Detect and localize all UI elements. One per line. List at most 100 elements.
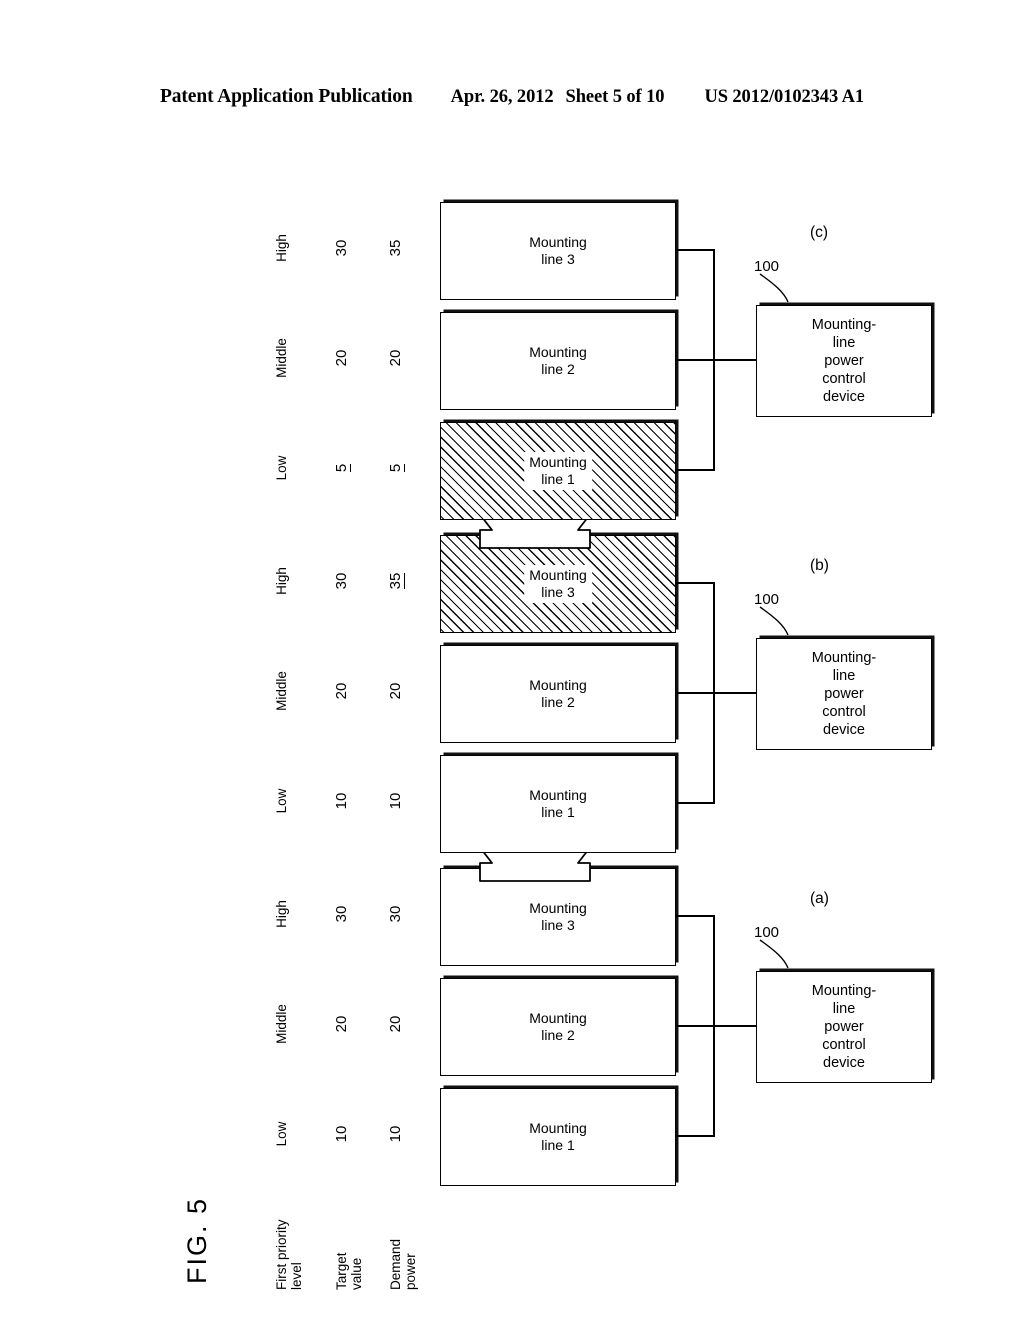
demand-power-text: 30 (387, 905, 404, 923)
connector-stub (676, 582, 714, 584)
target-value: 20 (333, 639, 350, 743)
demand-power-text: 20 (387, 349, 404, 367)
reference-numeral-100: 100 (754, 258, 780, 275)
demand-power-value: 5 (387, 416, 405, 520)
panel-a-column-1: Low 10 10 Mounting line 1 (162, 1082, 862, 1186)
demand-power-text: 10 (387, 1125, 404, 1143)
demand-power-value: 35 (387, 196, 404, 300)
connector-stub (676, 915, 714, 917)
mounting-line-box: Mounting line 2 (440, 312, 676, 410)
device-label: Mounting-line power control device (811, 983, 877, 1071)
sheet-number: Sheet 5 of 10 (565, 87, 665, 107)
panel-c-column-1: Low 5 5 Mounting line 1 (162, 416, 862, 520)
publication-date: Apr. 26, 2012 (450, 87, 554, 107)
row-label-first-priority-level: First priority level (274, 1219, 304, 1291)
mounting-line-power-control-device: Mounting-line power control device (756, 638, 932, 750)
priority-level-value: High (274, 900, 289, 928)
target-value-text: 10 (333, 792, 350, 810)
target-value: 10 (333, 749, 350, 853)
mounting-line-box: Mounting line 3 (440, 202, 676, 300)
patent-number: US 2012/0102343 A1 (704, 87, 865, 107)
connector-stub (676, 802, 714, 804)
priority-level-value: High (274, 234, 289, 262)
demand-power-value: 10 (387, 1082, 404, 1186)
demand-power-value: 30 (387, 862, 404, 966)
mounting-line-box: Mounting line 1 (440, 755, 676, 853)
mounting-line-label: Mounting line 3 (524, 232, 592, 270)
mounting-line-power-control-device: Mounting-line power control device (756, 305, 932, 417)
demand-power-value: 20 (387, 639, 404, 743)
priority-level-value: Low (274, 788, 289, 814)
priority-level-value: Low (274, 1121, 289, 1147)
connector-trunk (713, 692, 757, 694)
target-value: 30 (333, 529, 350, 633)
panel-a: Low 10 10 Mounting line 1 Middle 20 20 M… (162, 856, 932, 1186)
target-value: 20 (333, 306, 350, 410)
connector-stub (676, 1025, 714, 1027)
row-label-target-value: Target value (334, 1252, 364, 1290)
target-value: 30 (333, 196, 350, 300)
publication-header: Patent Application Publication Apr. 26, … (0, 86, 1024, 108)
target-value-text: 30 (333, 572, 350, 590)
mounting-line-box: Mounting line 2 (440, 645, 676, 743)
connector-stub (676, 1135, 714, 1137)
reference-numeral-100: 100 (754, 591, 780, 608)
panel-c: Low 5 5 Mounting line 1 Middle 20 20 Mou… (162, 190, 932, 520)
device-label: Mounting-line power control device (811, 317, 877, 405)
row-label-demand-power: Demand power (388, 1238, 418, 1290)
mounting-line-label: Mounting line 2 (524, 1008, 592, 1046)
mounting-line-label: Mounting line 1 (524, 1118, 592, 1156)
priority-level-value: Middle (274, 671, 289, 711)
connector-stub (676, 692, 714, 694)
mounting-line-label: Mounting line 2 (524, 342, 592, 380)
demand-power-text: 10 (387, 792, 404, 810)
priority-level-value: Low (274, 455, 289, 481)
mounting-line-label: Mounting line 3 (524, 565, 592, 603)
connector-stub (676, 359, 714, 361)
demand-power-text: 20 (387, 682, 404, 700)
panel-letter-c: (c) (810, 224, 829, 241)
panel-b: Low 10 10 Mounting line 1 Middle 20 20 M… (162, 523, 932, 853)
demand-power-value: 10 (387, 749, 404, 853)
demand-power-text: 5 (387, 463, 405, 473)
panel-letter-b: (b) (810, 557, 829, 574)
mounting-line-power-control-device: Mounting-line power control device (756, 971, 932, 1083)
publication-title: Patent Application Publication (159, 86, 413, 107)
priority-level-value: Middle (274, 1004, 289, 1044)
panel-b-column-1: Low 10 10 Mounting line 1 (162, 749, 862, 853)
demand-power-value: 20 (387, 972, 404, 1076)
target-value-text: 10 (333, 1125, 350, 1143)
figure-caption: FIG. 5 (182, 1196, 212, 1284)
connector-trunk (713, 359, 757, 361)
demand-power-text: 35 (387, 572, 405, 590)
mounting-line-box-highlighted: Mounting line 1 (440, 422, 676, 520)
priority-level-value: Middle (274, 338, 289, 378)
connector-stub (676, 249, 714, 251)
demand-power-value: 35 (387, 529, 405, 633)
target-value-text: 20 (333, 682, 350, 700)
target-value-text: 30 (333, 905, 350, 923)
reference-numeral-100: 100 (754, 924, 780, 941)
target-value: 20 (333, 972, 350, 1076)
target-value-text: 30 (333, 239, 350, 257)
connector-trunk (713, 1025, 757, 1027)
figure-5: FIG. 5 First priority level Target value… (162, 180, 932, 1291)
connector-stub (676, 469, 714, 471)
device-label: Mounting-line power control device (811, 650, 877, 738)
demand-power-text: 35 (387, 239, 404, 257)
target-value-text: 5 (333, 463, 351, 473)
demand-power-text: 20 (387, 1015, 404, 1033)
demand-power-value: 20 (387, 306, 404, 410)
target-value: 5 (333, 416, 351, 520)
mounting-line-label: Mounting line 3 (524, 898, 592, 936)
target-value-text: 20 (333, 349, 350, 367)
mounting-line-label: Mounting line 1 (524, 785, 592, 823)
mounting-line-label: Mounting line 2 (524, 675, 592, 713)
target-value: 30 (333, 862, 350, 966)
panel-letter-a: (a) (810, 890, 829, 907)
priority-level-value: High (274, 567, 289, 595)
target-value-text: 20 (333, 1015, 350, 1033)
mounting-line-label: Mounting line 1 (524, 452, 592, 490)
target-value: 10 (333, 1082, 350, 1186)
mounting-line-box: Mounting line 2 (440, 978, 676, 1076)
